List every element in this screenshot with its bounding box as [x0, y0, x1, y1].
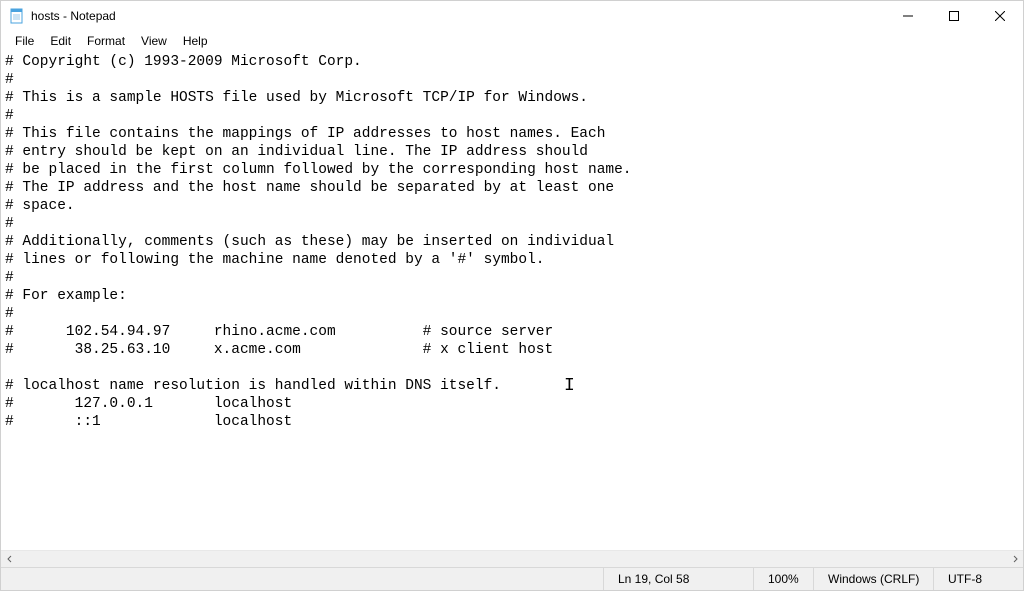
status-encoding: UTF-8 — [933, 568, 1023, 590]
menu-view[interactable]: View — [133, 33, 175, 49]
menu-edit[interactable]: Edit — [42, 33, 79, 49]
window-controls — [885, 1, 1023, 31]
editor-content: # Copyright (c) 1993-2009 Microsoft Corp… — [5, 54, 632, 430]
status-spacer — [1, 568, 603, 590]
maximize-button[interactable] — [931, 1, 977, 31]
menu-format[interactable]: Format — [79, 33, 133, 49]
status-position: Ln 19, Col 58 — [603, 568, 753, 590]
menubar: File Edit Format View Help — [1, 31, 1023, 51]
text-caret-icon: I — [564, 377, 565, 393]
status-zoom: 100% — [753, 568, 813, 590]
titlebar: hosts - Notepad — [1, 1, 1023, 31]
scroll-right-arrow-icon[interactable] — [1006, 551, 1023, 568]
close-button[interactable] — [977, 1, 1023, 31]
menu-help[interactable]: Help — [175, 33, 216, 49]
menu-file[interactable]: File — [7, 33, 42, 49]
scroll-track[interactable] — [18, 551, 1006, 568]
minimize-button[interactable] — [885, 1, 931, 31]
statusbar: Ln 19, Col 58 100% Windows (CRLF) UTF-8 — [1, 567, 1023, 590]
status-line-ending: Windows (CRLF) — [813, 568, 933, 590]
text-editor[interactable]: # Copyright (c) 1993-2009 Microsoft Corp… — [1, 51, 1023, 550]
notepad-icon — [9, 8, 25, 24]
window-title: hosts - Notepad — [31, 9, 116, 23]
scroll-left-arrow-icon[interactable] — [1, 551, 18, 568]
horizontal-scrollbar[interactable] — [1, 550, 1023, 567]
